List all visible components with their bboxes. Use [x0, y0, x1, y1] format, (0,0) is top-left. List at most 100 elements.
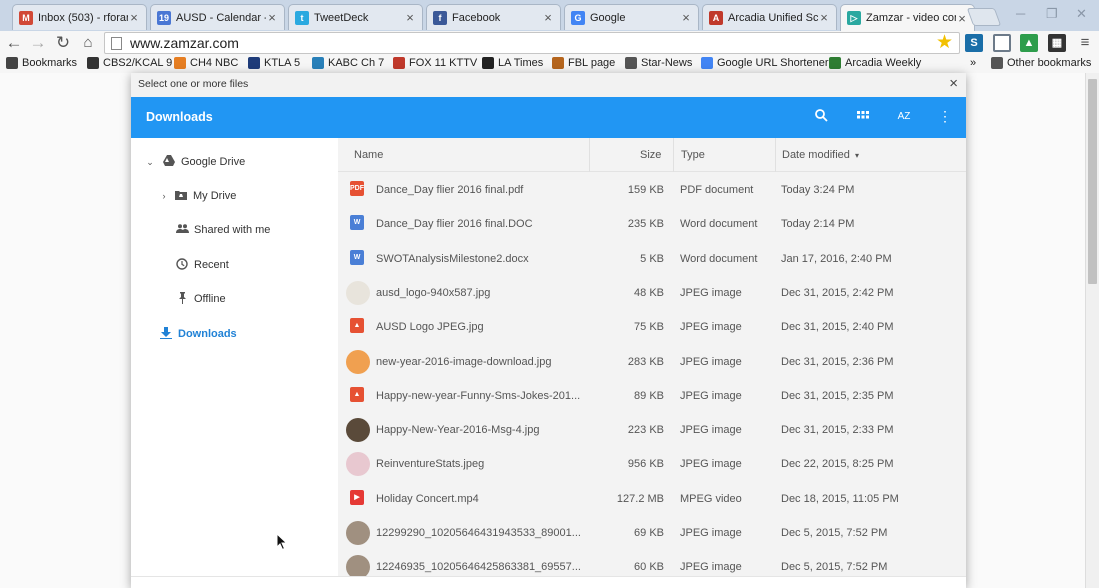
column-header-name[interactable]: Name — [354, 149, 383, 161]
tab-gmail[interactable]: M Inbox (503) - rforan × — [12, 4, 147, 30]
window-close-icon[interactable]: ✕ — [1076, 6, 1087, 22]
home-icon[interactable]: ⌂ — [78, 33, 98, 53]
file-size: 89 KB — [634, 389, 664, 402]
column-header-date[interactable]: Date modified ▾ — [782, 149, 859, 161]
forward-icon[interactable]: → — [28, 33, 48, 53]
bookmark-folder[interactable]: Other bookmarks — [991, 57, 1091, 69]
tab-calendar[interactable]: 19 AUSD - Calendar - M× — [150, 4, 285, 30]
column-header-size[interactable]: Size — [640, 149, 661, 161]
extension-classroom-icon[interactable]: ▲ — [1020, 34, 1038, 52]
bookmark-fbl[interactable]: FBL page — [552, 57, 615, 69]
file-size: 956 KB — [627, 458, 664, 471]
chevron-down-icon[interactable]: ⌄ — [143, 157, 157, 168]
grid-view-icon[interactable] — [853, 109, 873, 124]
tab-zamzar[interactable]: ▷ Zamzar - video con × — [840, 4, 975, 31]
tab-close-icon[interactable]: × — [404, 10, 416, 25]
fbl-icon — [552, 57, 564, 69]
file-row[interactable]: ▶ Holiday Concert.mp4 127.2 MB MPEG video De… — [338, 482, 966, 516]
bookmark-fox[interactable]: FOX 11 KTTV — [393, 57, 477, 69]
tab-tweetdeck[interactable]: t TweetDeck × — [288, 4, 423, 30]
file-row[interactable]: PDF Dance_Day flier 2016 final.pdf 159 KB P… — [338, 173, 966, 207]
search-icon[interactable] — [811, 109, 831, 125]
tab-facebook[interactable]: f Facebook × — [426, 4, 561, 30]
file-row[interactable]: 12299290_10205646431943533_89001... 69 KB… — [338, 516, 966, 550]
file-type: Word document — [680, 252, 758, 265]
bookmark-google[interactable]: Google URL Shortener — [701, 57, 829, 69]
tab-close-icon[interactable]: × — [956, 11, 968, 26]
tab-close-icon[interactable]: × — [266, 10, 278, 25]
tab-arcadia[interactable]: A Arcadia Unified Sch × — [702, 4, 837, 30]
bookmark-more-bookmarks[interactable]: » — [970, 57, 976, 69]
sidebar-item-google-drive[interactable]: ⌄ Google Drive — [143, 152, 245, 172]
minimize-icon[interactable]: ─ — [1016, 6, 1025, 21]
file-date: Dec 31, 2015, 2:40 PM — [781, 321, 894, 334]
menu-icon[interactable]: ≡ — [1075, 33, 1095, 53]
bookmark-label: » — [970, 57, 977, 69]
sort-icon[interactable]: AZ — [894, 111, 914, 122]
tab-title: Facebook — [452, 11, 501, 24]
back-icon[interactable]: ← — [4, 33, 24, 53]
tab-close-icon[interactable]: × — [680, 10, 692, 25]
tab-close-icon[interactable]: × — [542, 10, 554, 25]
extension-s-icon[interactable]: S — [965, 34, 983, 52]
file-size: 48 KB — [634, 286, 664, 299]
column-divider[interactable] — [775, 138, 776, 172]
sidebar-item-downloads[interactable]: Downloads — [159, 324, 237, 344]
tab-close-icon[interactable]: × — [818, 10, 830, 25]
tweetdeck-icon: t — [295, 10, 309, 25]
bookmark-cbs[interactable]: CBS2/KCAL 9 — [87, 57, 172, 69]
bookmark-latimes[interactable]: LA Times — [482, 57, 543, 69]
chevron-right-icon[interactable]: › — [159, 191, 169, 201]
image-file-icon: ▲ — [350, 318, 364, 334]
bookmark-label: CBS2/KCAL 9 — [103, 57, 173, 69]
extension-film-icon[interactable]: ▦ — [1048, 34, 1066, 52]
file-row[interactable]: ReinventureStats.jpeg 956 KB JPEG image Dec… — [338, 447, 966, 481]
page-scrollbar[interactable] — [1085, 73, 1099, 588]
reload-icon[interactable]: ↻ — [53, 33, 73, 53]
sidebar-label-offline: Offline — [194, 293, 226, 305]
file-row[interactable]: ▲ Happy-new-year-Funny-Sms-Jokes-201... 89… — [338, 379, 966, 413]
image-thumbnail-icon — [346, 418, 370, 443]
file-row[interactable]: new-year-2016-image-download.jpg 283 KB JP… — [338, 345, 966, 379]
bookmark-arcadia-weekly[interactable]: Arcadia Weekly — [829, 57, 921, 69]
dialog-close-button[interactable]: × — [949, 75, 958, 92]
gmail-icon: M — [19, 10, 33, 25]
column-header-type[interactable]: Type — [681, 149, 705, 161]
more-options-icon[interactable]: ⋮ — [935, 108, 955, 125]
sidebar-item-shared-with-me[interactable]: Shared with me — [175, 220, 270, 240]
file-name: AUSD Logo JPEG.jpg — [376, 321, 484, 334]
address-bar[interactable]: www.zamzar.com — [104, 32, 960, 54]
bookmark-star-icon[interactable]: ★ — [936, 31, 953, 54]
file-row[interactable]: ▲ AUSD Logo JPEG.jpg 75 KB JPEG image Dec 31… — [338, 310, 966, 344]
file-row[interactable]: ausd_logo-940x587.jpg 48 KB JPEG image Dec … — [338, 276, 966, 310]
restore-icon[interactable]: ❐ — [1046, 6, 1058, 22]
column-divider[interactable] — [589, 138, 590, 172]
bookmark-starnews[interactable]: Star-News — [625, 57, 692, 69]
sidebar-item-my-drive[interactable]: › My Drive — [159, 186, 237, 206]
sidebar-label-my-drive: My Drive — [193, 190, 237, 202]
file-row[interactable]: W Dance_Day flier 2016 final.DOC 235 KB Wor… — [338, 207, 966, 241]
sidebar-label-recent: Recent — [194, 259, 229, 271]
file-name: Happy-New-Year-2016-Msg-4.jpg — [376, 424, 540, 437]
cast-icon[interactable] — [993, 34, 1011, 52]
file-type: JPEG image — [680, 321, 742, 334]
scrollbar-thumb[interactable] — [1088, 79, 1097, 284]
file-type: JPEG image — [680, 424, 742, 437]
column-divider[interactable] — [673, 138, 674, 172]
word-file-icon: W — [350, 249, 364, 265]
file-row[interactable]: W SWOTAnalysisMilestone2.docx 5 KB Word doc… — [338, 242, 966, 276]
sidebar-item-recent[interactable]: Recent — [175, 255, 229, 275]
sidebar-item-offline[interactable]: Offline — [175, 289, 226, 309]
tab-google[interactable]: G Google × — [564, 4, 699, 30]
file-name: ReinventureStats.jpeg — [376, 458, 485, 471]
bookmark-ktla[interactable]: KTLA 5 — [248, 57, 300, 69]
new-tab-button[interactable] — [966, 8, 1002, 26]
tab-strip: M Inbox (503) - rforan × 19 AUSD - Calendar … — [0, 0, 1099, 31]
bookmark-kabc[interactable]: KABC Ch 7 — [312, 57, 384, 69]
file-row[interactable]: Happy-New-Year-2016-Msg-4.jpg 223 KB JPEG … — [338, 413, 966, 447]
tab-title: Arcadia Unified Sch — [728, 11, 818, 24]
bookmark-nbc[interactable]: CH4 NBC — [174, 57, 238, 69]
calendar-icon: 19 — [157, 10, 171, 25]
bookmark-star[interactable]: Bookmarks — [6, 57, 77, 69]
tab-close-icon[interactable]: × — [128, 10, 140, 25]
